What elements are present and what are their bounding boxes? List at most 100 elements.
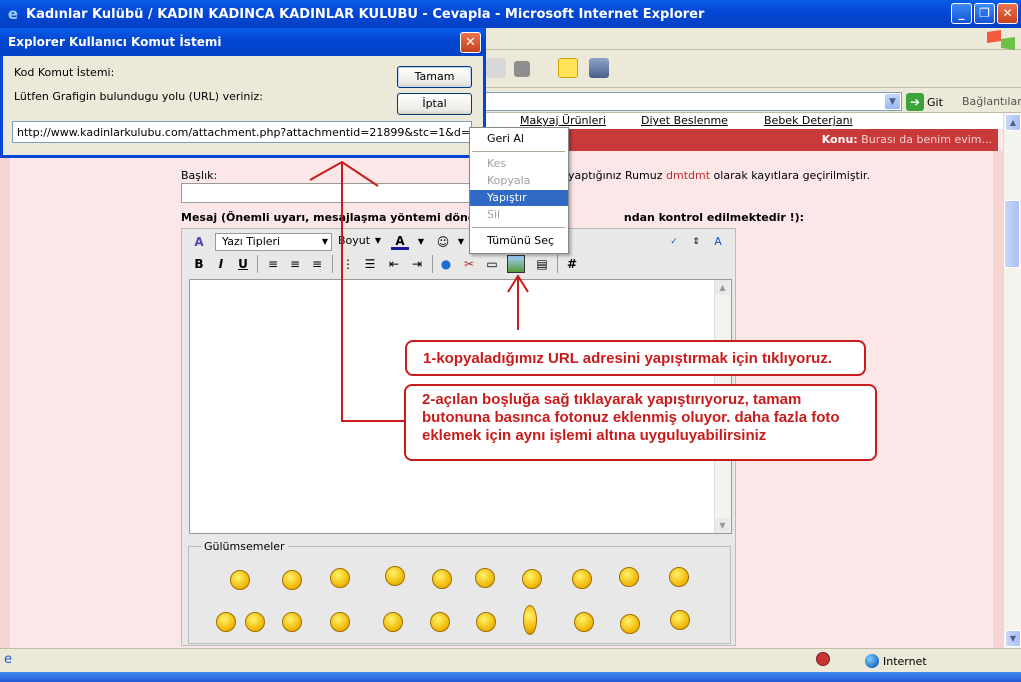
smiley-icon[interactable]: [522, 569, 542, 589]
smiley-icon[interactable]: [670, 610, 690, 630]
insert-image-icon[interactable]: [507, 255, 525, 273]
bullet-list-icon[interactable]: ☰: [361, 255, 379, 273]
scroll-down-icon[interactable]: ▼: [715, 518, 730, 533]
title-label: Başlık:: [181, 169, 218, 182]
size-select[interactable]: Boyut ▼: [336, 233, 384, 251]
smiley-icon[interactable]: [476, 612, 496, 632]
url-input[interactable]: http://www.kadinlarkulubu.com/attachment…: [12, 121, 472, 143]
unlink-icon[interactable]: ✂: [460, 255, 478, 273]
address-dropdown-button[interactable]: ▼: [884, 93, 901, 110]
quote-icon[interactable]: ▤: [533, 255, 551, 273]
toolbar-divider: [557, 255, 558, 273]
italic-button[interactable]: I: [212, 255, 230, 273]
menu-divider: [472, 227, 565, 228]
scroll-up-icon[interactable]: ▲: [715, 280, 730, 295]
remove-format-icon[interactable]: A: [709, 233, 727, 251]
title-input[interactable]: [181, 183, 477, 203]
smiley-icon[interactable]: [245, 612, 265, 632]
prompt-close-button[interactable]: ✕: [460, 32, 481, 53]
go-label: Git: [927, 95, 943, 109]
smileys-box: [188, 546, 731, 644]
prompt-message: Lütfen Grafigin bulundugu yolu (URL) ver…: [14, 90, 263, 103]
smileys-legend: Gülümsemeler: [201, 540, 288, 553]
page-scrollbar[interactable]: ▲ ▼: [1003, 113, 1021, 648]
smiley-icon[interactable]: [282, 570, 302, 590]
chevron-down-icon: ▼: [374, 236, 381, 245]
bold-button[interactable]: B: [190, 255, 208, 273]
scrollbar-thumb[interactable]: [1004, 200, 1020, 268]
smiley-icon[interactable]: [572, 569, 592, 589]
align-center-icon[interactable]: ≡: [286, 255, 304, 273]
menu-item-paste[interactable]: Yapıştır: [470, 190, 568, 206]
scroll-up-icon[interactable]: ▲: [1005, 114, 1021, 131]
smiley-icon[interactable]: [475, 568, 495, 588]
smiley-icon[interactable]: ☺: [434, 233, 452, 251]
menu-item-select-all[interactable]: Tümünü Seç: [470, 233, 568, 249]
menu-divider: [472, 151, 565, 152]
research-icon[interactable]: [589, 58, 609, 78]
chevron-down-icon[interactable]: ▼: [412, 233, 430, 251]
topic-label: Konu:: [821, 133, 858, 146]
link-icon[interactable]: ●: [437, 255, 455, 273]
discuss-icon[interactable]: [558, 58, 578, 78]
address-input[interactable]: [484, 92, 902, 111]
smiley-icon[interactable]: [574, 612, 594, 632]
chevron-down-icon[interactable]: ▼: [452, 233, 470, 251]
taskbar: [0, 672, 1021, 682]
nav-link-makyaj[interactable]: Makyaj Ürünleri: [520, 114, 606, 127]
smiley-icon[interactable]: [619, 567, 639, 587]
smiley-icon[interactable]: [669, 567, 689, 587]
print-icon[interactable]: [486, 58, 506, 78]
smiley-icon[interactable]: [216, 612, 236, 632]
smiley-icon[interactable]: [230, 570, 250, 590]
smiley-icon[interactable]: [330, 612, 350, 632]
edit-icon[interactable]: [514, 61, 530, 77]
underline-button[interactable]: U: [234, 255, 252, 273]
cancel-button[interactable]: İptal: [397, 93, 472, 115]
menu-item-cut: Kes: [487, 157, 507, 170]
nickname-info: yaptığınız Rumuz dmtdmt olarak kayıtlara…: [568, 169, 870, 182]
ie-logo-icon: e: [7, 5, 19, 23]
security-zone: Internet: [865, 654, 927, 668]
smiley-icon[interactable]: [523, 605, 537, 635]
chevron-down-icon: ▼: [321, 237, 328, 246]
toolbar-divider: [432, 255, 433, 273]
nav-link-diyet[interactable]: Diyet Beslenme: [641, 114, 728, 127]
smiley-icon[interactable]: [385, 566, 405, 586]
outdent-icon[interactable]: ⇤: [385, 255, 403, 273]
smiley-icon[interactable]: [330, 568, 350, 588]
smiley-icon[interactable]: [282, 612, 302, 632]
align-right-icon[interactable]: ≡: [308, 255, 326, 273]
minimize-button[interactable]: _: [951, 3, 972, 24]
indent-icon[interactable]: ⇥: [408, 255, 426, 273]
menu-item-delete: Sil: [487, 208, 501, 221]
browser-title: Kadınlar Kulübü / KADIN KADINCA KADINLAR…: [26, 6, 705, 22]
scroll-down-icon[interactable]: ▼: [1005, 630, 1021, 647]
maximize-button[interactable]: ❐: [974, 3, 995, 24]
email-icon[interactable]: ▭: [483, 255, 501, 273]
smiley-icon[interactable]: [383, 612, 403, 632]
message-label-start: Mesaj (Önemli uyarı, mesajlaş: [181, 211, 368, 224]
format-icon[interactable]: A: [190, 233, 208, 251]
code-button[interactable]: #: [563, 255, 581, 273]
smiley-icon[interactable]: [620, 614, 640, 634]
topic-value: Burası da benim evim...: [861, 133, 992, 146]
nav-link-bebek[interactable]: Bebek Deterjanı: [764, 114, 853, 127]
smiley-icon[interactable]: [432, 569, 452, 589]
font-color-icon[interactable]: A: [391, 232, 409, 250]
ok-button[interactable]: Tamam: [397, 66, 472, 88]
font-select[interactable]: Yazı Tipleri ▼: [215, 233, 332, 251]
go-button[interactable]: ➔ Git: [906, 92, 943, 112]
resize-icon[interactable]: ⇕: [687, 233, 705, 251]
smiley-icon[interactable]: [430, 612, 450, 632]
ordered-list-icon[interactable]: ⋮: [339, 255, 357, 273]
align-left-icon[interactable]: ≡: [264, 255, 282, 273]
menu-item-undo[interactable]: Geri Al: [470, 131, 568, 147]
blocked-icon: [816, 652, 830, 666]
spellcheck-icon[interactable]: ✓: [665, 233, 683, 251]
links-label[interactable]: Bağlantılar: [962, 95, 1021, 108]
message-label-end: ndan kontrol edilmektedir !):: [623, 211, 805, 224]
size-select-value: Boyut: [338, 234, 371, 247]
close-button[interactable]: ✕: [997, 3, 1018, 24]
prompt-titlebar: Explorer Kullanıcı Komut İstemi: [0, 28, 486, 56]
